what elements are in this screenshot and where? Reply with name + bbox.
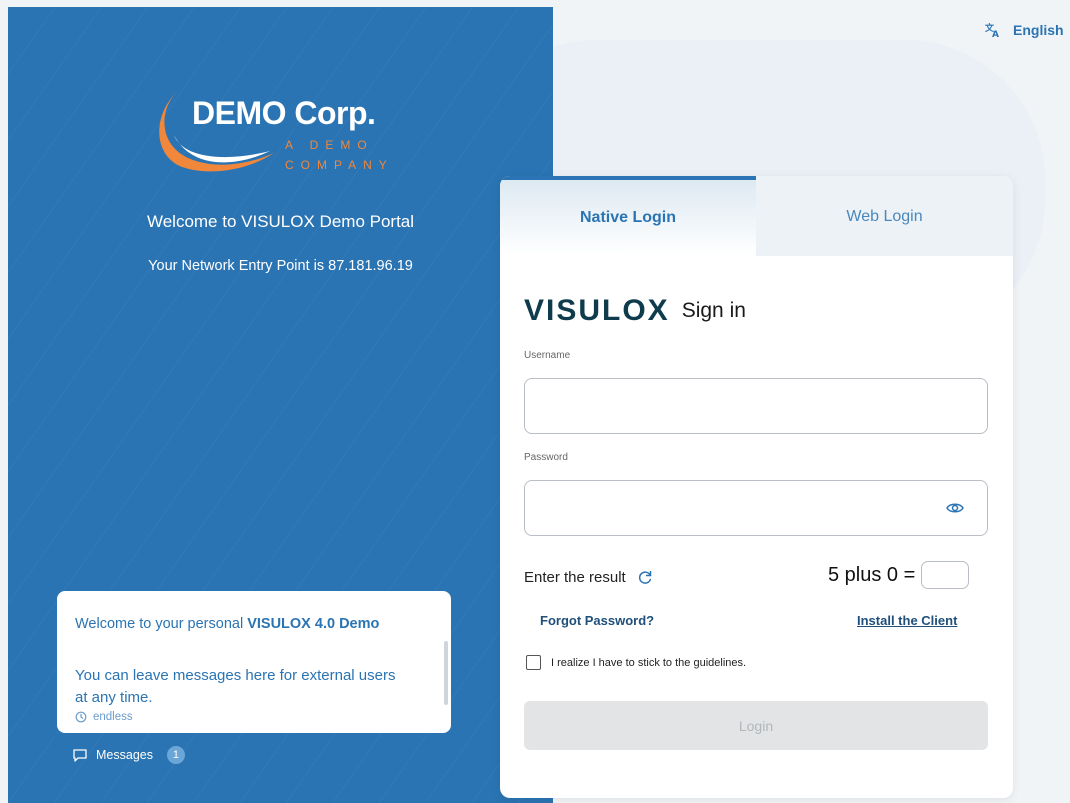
visulox-logo: VISULOX — [524, 294, 670, 328]
install-client-link[interactable]: Install the Client — [857, 613, 957, 628]
password-field[interactable] — [524, 480, 988, 536]
language-selector[interactable]: 文 A English — [985, 22, 1064, 38]
login-button[interactable]: Login — [524, 701, 988, 750]
company-tagline-1: A DEMO — [285, 138, 374, 152]
message-scrollbar[interactable] — [444, 641, 448, 705]
message-box: Welcome to your personal VISULOX 4.0 Dem… — [57, 591, 451, 733]
language-label: English — [1013, 22, 1064, 38]
message-greeting: Welcome to your personal VISULOX 4.0 Dem… — [75, 616, 379, 632]
username-label: Username — [524, 350, 571, 361]
login-card: Native Login Web Login VISULOX Sign in U… — [500, 176, 1013, 798]
guidelines-checkbox[interactable] — [526, 655, 541, 670]
captcha-label: Enter the result — [524, 568, 626, 586]
tab-native-login[interactable]: Native Login — [500, 176, 756, 256]
welcome-title: Welcome to VISULOX Demo Portal — [146, 212, 415, 231]
show-password-icon[interactable] — [945, 498, 965, 518]
password-input[interactable] — [525, 481, 987, 535]
translate-icon: 文 A — [985, 22, 999, 38]
company-logo: DEMO Corp. A DEMO COMPANY — [152, 77, 412, 187]
captcha-question-text: 5 plus 0 = — [828, 563, 916, 586]
timer-icon — [75, 711, 87, 723]
captcha-question: 5 plus 0 = — [828, 561, 970, 589]
message-body: You can leave messages here for external… — [75, 667, 396, 706]
messages-button[interactable]: Messages 1 — [72, 746, 185, 764]
svg-text:A: A — [992, 30, 999, 38]
network-entry-point: Your Network Entry Point is 87.181.96.19 — [148, 258, 413, 274]
company-tagline-2: COMPANY — [285, 158, 394, 172]
company-name: DEMO Corp. — [192, 95, 376, 131]
messages-label: Messages — [96, 748, 153, 762]
message-expiry: endless — [75, 711, 133, 723]
message-product-name: VISULOX 4.0 Demo — [247, 616, 380, 632]
chat-bubble-icon — [73, 748, 87, 762]
username-field[interactable] — [524, 378, 988, 434]
sign-in-header: VISULOX Sign in — [524, 294, 746, 328]
password-label: Password — [524, 452, 568, 463]
message-greeting-text: Welcome to your personal — [75, 616, 248, 632]
logo-swoosh-icon — [159, 89, 274, 172]
refresh-icon[interactable] — [636, 568, 654, 586]
captcha-prompt: Enter the result — [524, 568, 654, 586]
visulox-wordmark: VISULOX — [524, 294, 670, 327]
sign-in-title: Sign in — [681, 299, 746, 322]
tab-web-login[interactable]: Web Login — [756, 176, 1013, 256]
captcha-answer-input[interactable] — [921, 561, 970, 589]
guidelines-label: I realize I have to stick to the guideli… — [551, 656, 747, 669]
message-expiry-label: endless — [93, 711, 133, 723]
username-input[interactable] — [525, 379, 987, 433]
forgot-password-link[interactable]: Forgot Password? — [540, 613, 654, 628]
guidelines-consent[interactable]: I realize I have to stick to the guideli… — [526, 655, 746, 670]
messages-count-badge: 1 — [166, 746, 185, 764]
